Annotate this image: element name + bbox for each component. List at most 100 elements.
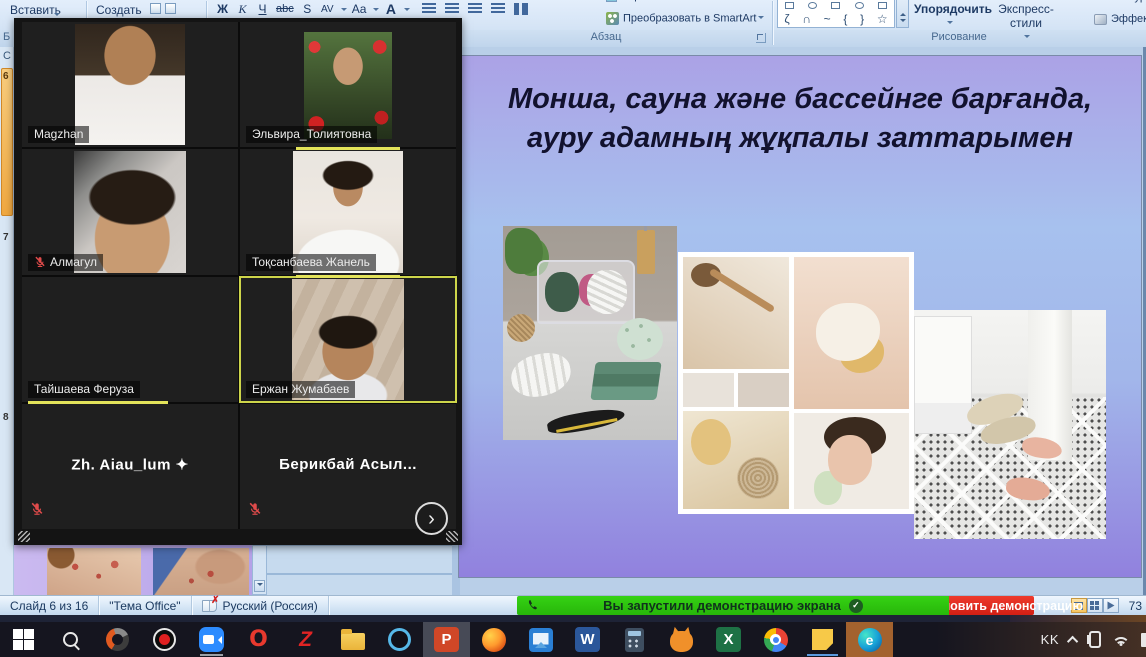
taskbar-chrome[interactable] <box>752 622 799 657</box>
share-status: Вы запустили демонстрацию экрана <box>517 596 949 615</box>
taskbar-word[interactable]: W <box>564 622 611 657</box>
columns-button[interactable] <box>511 1 530 16</box>
shapes-gallery-scroll[interactable] <box>896 0 909 28</box>
scribble-shape-icon[interactable]: ζ <box>784 12 789 26</box>
zoom-level[interactable]: 73 <box>1129 599 1142 613</box>
slide-thumbnail-number[interactable]: 6 <box>3 71 9 82</box>
underline-button[interactable]: Ч <box>254 0 271 18</box>
taskbar-zona-app[interactable]: Z <box>282 622 329 657</box>
change-case-button[interactable]: Aa <box>350 0 369 18</box>
shape-icon[interactable] <box>878 2 887 9</box>
italic-button[interactable]: К <box>234 0 251 18</box>
shower-slippers-photo[interactable] <box>914 310 1106 539</box>
comb-decor <box>546 405 626 436</box>
spellcheck-icon <box>202 600 217 612</box>
align-text-button-clipped[interactable]: Выровнять текст <box>606 0 766 9</box>
participant-tile[interactable]: Эльвира_Толиятовна <box>240 22 456 147</box>
hygiene-collage-photo[interactable] <box>678 252 914 514</box>
taskbar-scratch[interactable] <box>658 622 705 657</box>
slide-counter[interactable]: Слайд 6 из 16 <box>0 596 99 615</box>
scroll-up-icon[interactable] <box>900 10 906 16</box>
taskbar-ring-app[interactable] <box>376 622 423 657</box>
chevron-up-icon[interactable] <box>1067 635 1078 646</box>
spacing-dropdown-icon[interactable] <box>341 8 347 14</box>
layout-icon[interactable] <box>150 3 161 14</box>
left-brace-shape-icon[interactable]: { <box>843 12 847 26</box>
bold-button[interactable]: Ж <box>214 0 231 18</box>
smartart-button[interactable]: Преобразовать в SmartArt <box>606 12 764 25</box>
case-dropdown-icon[interactable] <box>373 8 379 14</box>
resize-grip[interactable] <box>18 531 30 542</box>
slide-sorter-button[interactable] <box>1087 598 1103 613</box>
slide-thumbnail-number[interactable]: 7 <box>3 232 9 243</box>
taskbar-powerpoint-active[interactable]: P <box>423 622 470 657</box>
curve-shape-icon[interactable]: ~ <box>824 12 831 26</box>
scroll-down-button[interactable] <box>254 580 265 592</box>
taskbar-opera[interactable]: O <box>235 622 282 657</box>
slide-canvas[interactable]: Монша, сауна және бассейнге барғанда, ау… <box>458 55 1142 578</box>
taskbar-file-explorer[interactable] <box>329 622 376 657</box>
theme-indicator[interactable]: "Тема Office" <box>99 596 191 615</box>
participant-tile[interactable]: Алмагул <box>22 149 238 274</box>
right-brace-shape-icon[interactable]: } <box>860 12 864 26</box>
next-page-button[interactable]: › <box>415 502 448 535</box>
shape-effects-label: Эффект <box>1111 13 1146 25</box>
slides-tab[interactable]: С <box>3 50 11 62</box>
taskbar-calculator[interactable] <box>611 622 658 657</box>
taskbar-record-app[interactable] <box>141 622 188 657</box>
taskbar-recorder-app[interactable] <box>94 622 141 657</box>
participant-tile[interactable]: Тайшаева Феруза <box>22 277 238 402</box>
stop-share-button[interactable]: Остановить демонстрацию <box>949 596 1034 615</box>
slide-title[interactable]: Монша, сауна және бассейнге барғанда, ау… <box>499 80 1101 157</box>
your-phone-icon[interactable] <box>1089 631 1101 648</box>
taskbar-firefox[interactable] <box>470 622 517 657</box>
wifi-icon[interactable] <box>1112 633 1130 647</box>
character-spacing-button[interactable]: AV <box>319 0 336 18</box>
active-slide-thumbnail[interactable] <box>1 68 13 216</box>
paragraph-dialog-launcher[interactable] <box>756 33 766 43</box>
ellipse-shape-icon[interactable] <box>808 2 817 9</box>
slideshow-button[interactable] <box>1103 598 1119 613</box>
font-color-button[interactable]: A <box>382 0 399 18</box>
resize-grip[interactable] <box>446 531 458 542</box>
taskbar-photos-app[interactable] <box>517 622 564 657</box>
shapes-gallery[interactable]: ζ ∩ ~ { } ☆ <box>777 0 895 28</box>
taskbar-edge-active[interactable]: e <box>846 622 893 657</box>
rectangle-shape-icon[interactable] <box>785 2 794 9</box>
bath-accessories-photo[interactable] <box>503 226 677 440</box>
arc-shape-icon[interactable]: ∩ <box>802 12 811 26</box>
spellcheck-language[interactable]: Русский (Россия) <box>192 596 329 615</box>
language-text: Русский (Россия) <box>223 599 318 613</box>
participant-tile-active-speaker[interactable]: Ержан Жумабаев <box>240 277 456 402</box>
align-center-button[interactable] <box>442 1 461 16</box>
zoom-meeting-window[interactable]: Magzhan Эльвира_Толиятовна Алмагул Тоқса… <box>14 18 462 545</box>
scroll-down-icon[interactable] <box>900 19 906 25</box>
taskbar-excel[interactable]: X <box>705 622 752 657</box>
arrange-button[interactable]: Упорядочить <box>914 2 984 30</box>
shadow-button[interactable]: S <box>299 0 316 18</box>
shape-outline-button-clipped[interactable]: Контур <box>1094 0 1146 9</box>
shape-icon[interactable] <box>831 2 840 9</box>
shape-icon[interactable] <box>855 2 864 9</box>
participant-tile[interactable]: Тоқсанбаева Жанель <box>240 149 456 274</box>
font-color-dropdown-icon[interactable] <box>404 8 410 14</box>
participant-tile[interactable]: Magzhan <box>22 22 238 147</box>
align-left-button[interactable] <box>419 1 438 16</box>
shape-effects-button[interactable]: Эффект <box>1094 13 1146 25</box>
align-right-button[interactable] <box>465 1 484 16</box>
justify-button[interactable] <box>488 1 507 16</box>
scroll-down-icon <box>257 583 263 589</box>
taskbar-sticky-notes[interactable] <box>799 622 846 657</box>
participant-tile[interactable]: Zh. Aiau_lum ✦ <box>22 404 238 529</box>
slide-thumbnail-number[interactable]: 8 <box>3 412 9 423</box>
star-shape-icon[interactable]: ☆ <box>877 12 888 26</box>
background-scrollbar[interactable] <box>252 545 267 595</box>
new-slide-button[interactable]: Создать <box>96 3 142 17</box>
strikethrough-button[interactable]: abc <box>274 0 296 18</box>
keyboard-layout-indicator[interactable]: KK <box>1041 632 1059 647</box>
battery-icon-partial[interactable] <box>1141 633 1146 647</box>
reset-icon[interactable] <box>165 3 176 14</box>
start-button[interactable] <box>0 622 47 657</box>
taskbar-zoom-app[interactable] <box>188 622 235 657</box>
taskbar-search-button[interactable] <box>47 622 94 657</box>
